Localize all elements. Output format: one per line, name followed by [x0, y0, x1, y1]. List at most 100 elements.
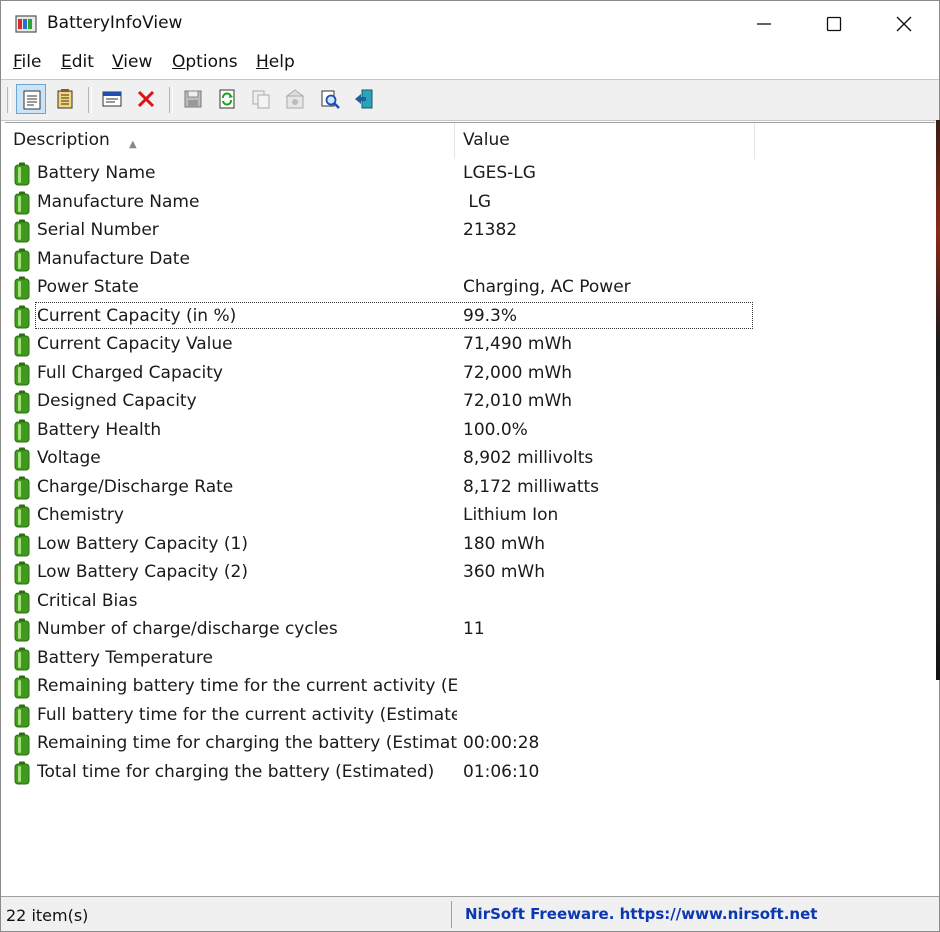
menu-file[interactable]: File [13, 52, 41, 72]
window-title: BatteryInfoView [47, 13, 183, 33]
battery-icon [14, 362, 30, 385]
battery-icon [14, 248, 30, 271]
list-item[interactable]: Full Charged Capacity 72,000 mWh [5, 360, 765, 388]
battery-icon [14, 533, 30, 556]
list-item[interactable]: Critical Bias [5, 588, 765, 616]
battery-icon [14, 590, 30, 613]
status-bar: 22 item(s) NirSoft Freeware. https://www… [1, 896, 939, 931]
battery-log-icon [57, 89, 73, 109]
list-item[interactable]: Battery Temperature [5, 645, 765, 673]
background-edge [936, 120, 940, 680]
row-value: LGES-LG [463, 163, 536, 183]
column-header-value[interactable]: Value [455, 123, 755, 159]
maximize-button[interactable] [799, 1, 869, 47]
battery-icon [14, 504, 30, 528]
find-button[interactable] [315, 84, 345, 114]
list-item[interactable]: Manufacture Date [5, 246, 765, 274]
find-icon [321, 90, 340, 109]
save-disk-icon [184, 90, 202, 108]
exit-icon [355, 89, 373, 109]
row-value: 72,000 mWh [463, 362, 573, 383]
column-header-description[interactable]: Description ▲ [5, 123, 455, 159]
menu-edit[interactable]: Edit [61, 52, 94, 72]
row-description: Serial Number [37, 220, 159, 240]
row-description: Power State [37, 277, 139, 297]
row-value: 360 mWh [463, 562, 545, 582]
copy-button[interactable] [246, 84, 276, 114]
list-item[interactable]: Chemistry Lithium Ion [5, 502, 765, 530]
list-item[interactable]: Designed Capacity 72,010 mWh [5, 388, 765, 416]
battery-icon [14, 476, 30, 499]
row-description: Critical Bias [37, 590, 138, 611]
row-value: 11 [463, 619, 485, 639]
toolbar-separator [169, 87, 173, 113]
row-description: Remaining battery time for the current a… [37, 676, 457, 696]
battery-icon [14, 561, 30, 585]
row-value: Lithium Ion [463, 505, 559, 525]
row-description: Voltage [37, 448, 101, 468]
battery-icon [14, 447, 30, 471]
row-description: Full battery time for the current activi… [37, 704, 457, 725]
list-item[interactable]: Current Capacity Value 71,490 mWh [5, 331, 765, 359]
row-value: 100.0% [463, 419, 528, 440]
row-value: Charging, AC Power [463, 277, 631, 297]
delete-button[interactable] [131, 84, 161, 114]
refresh-button[interactable] [212, 84, 242, 114]
list-item[interactable]: Current Capacity (in %) 99.3% [5, 301, 765, 331]
save-button[interactable] [178, 84, 208, 114]
battery-log-button[interactable] [50, 84, 80, 114]
menu-view[interactable]: View [112, 52, 152, 72]
list-item[interactable]: Charge/Discharge Rate 8,172 milliwatts [5, 474, 765, 502]
list-item[interactable]: Total time for charging the battery (Est… [5, 759, 765, 787]
properties-icon [285, 89, 305, 109]
menu-help[interactable]: Help [256, 52, 295, 72]
refresh-icon [219, 89, 235, 109]
row-description: Battery Health [37, 419, 162, 440]
exit-button[interactable] [349, 84, 379, 114]
row-description: Designed Capacity [37, 391, 197, 411]
list-item[interactable]: Voltage 8,902 millivolts [5, 445, 765, 473]
battery-icon [14, 219, 30, 243]
list-item[interactable]: Battery Name LGES-LG [5, 160, 765, 188]
row-description: Number of charge/discharge cycles [37, 619, 338, 639]
row-description: Total time for charging the battery (Est… [37, 761, 435, 782]
row-value: 01:06:10 [463, 761, 540, 782]
app-battery-icon [15, 15, 37, 33]
battery-icon [14, 704, 30, 727]
battery-icon [14, 618, 30, 642]
list-item[interactable]: Battery Health 100.0% [5, 417, 765, 445]
row-description: Full Charged Capacity [37, 362, 223, 383]
menu-options[interactable]: Options [172, 52, 238, 72]
html-report-button[interactable] [16, 84, 46, 114]
row-value: 71,490 mWh [463, 334, 573, 354]
list-item[interactable]: Remaining battery time for the current a… [5, 673, 765, 701]
nirsoft-link[interactable]: NirSoft Freeware. https://www.nirsoft.ne… [465, 905, 817, 923]
list-item[interactable]: Remaining time for charging the battery … [5, 730, 765, 758]
row-description: Low Battery Capacity (1) [37, 533, 248, 554]
properties-window-button[interactable] [97, 84, 127, 114]
battery-icon [14, 647, 30, 670]
list-item[interactable]: Power State Charging, AC Power [5, 274, 765, 302]
list-item[interactable]: Low Battery Capacity (1) 180 mWh [5, 531, 765, 559]
list-item[interactable]: Full battery time for the current activi… [5, 702, 765, 730]
row-description: Chemistry [37, 505, 124, 525]
battery-icon [14, 732, 30, 756]
list-item[interactable]: Manufacture Name LG [5, 189, 765, 217]
title-bar[interactable]: BatteryInfoView [1, 1, 939, 47]
close-button[interactable] [869, 1, 939, 47]
sort-ascending-icon: ▲ [129, 139, 137, 150]
battery-info-list[interactable]: Description ▲ Value Battery Name LGES-LG M… [5, 122, 935, 896]
minimize-button[interactable] [729, 1, 799, 47]
html-report-icon [23, 90, 41, 110]
battery-icon [14, 162, 30, 186]
list-item[interactable]: Serial Number 21382 [5, 217, 765, 245]
properties-button[interactable] [280, 84, 310, 114]
list-item[interactable]: Low Battery Capacity (2) 360 mWh [5, 559, 765, 587]
row-description: Remaining time for charging the battery … [37, 733, 457, 753]
list-item[interactable]: Number of charge/discharge cycles 11 [5, 616, 765, 644]
row-value: 180 mWh [463, 533, 545, 554]
item-count: 22 item(s) [6, 906, 89, 925]
row-value: 00:00:28 [463, 733, 540, 753]
row-description: Battery Name [37, 163, 156, 183]
battery-icon [14, 675, 30, 699]
